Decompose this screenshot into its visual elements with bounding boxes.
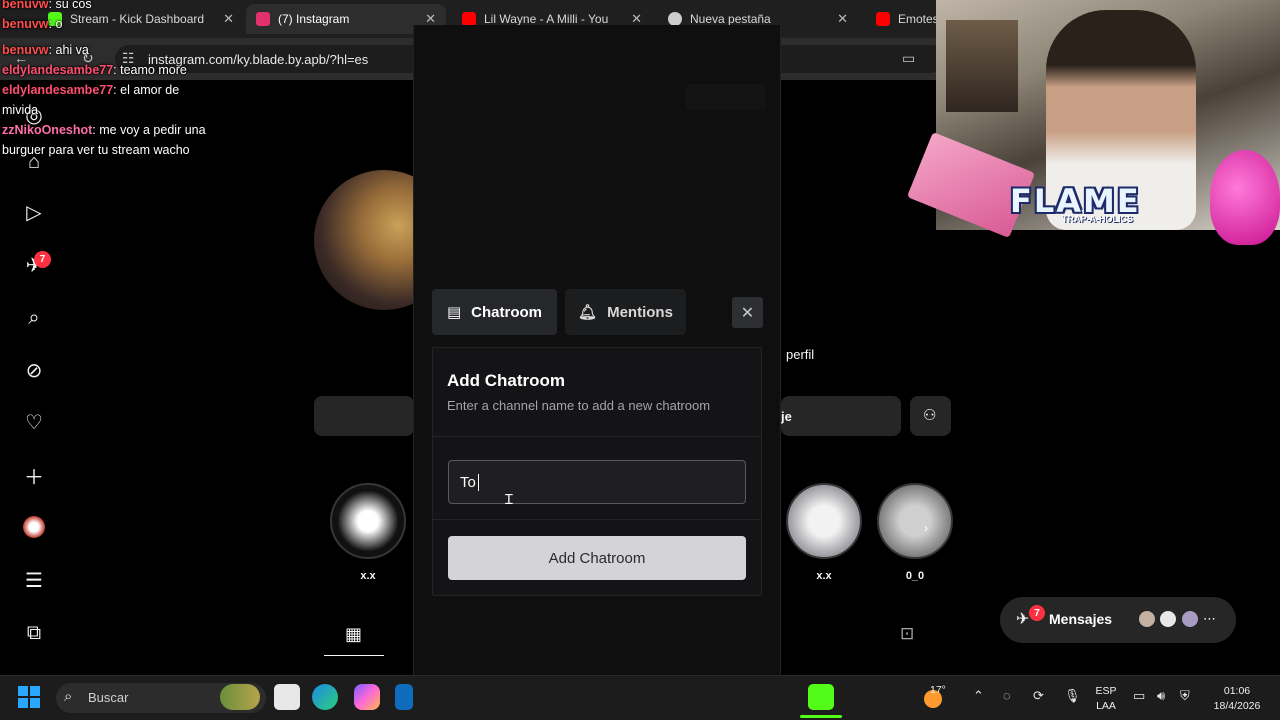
search-icon: ⌕: [64, 688, 73, 705]
search-icon[interactable]: ⌕: [22, 306, 46, 330]
messenger-icon: ✈: [1016, 611, 1030, 628]
chat-bubble-icon: ▤: [446, 304, 462, 321]
chat-message: eldylandesambe77: el amor de mivida: [2, 83, 180, 117]
search-placeholder: Buscar: [88, 690, 129, 705]
channel-name-input[interactable]: [448, 460, 746, 504]
language-top[interactable]: ESP: [1095, 685, 1117, 697]
highlight-item[interactable]: [877, 483, 953, 559]
more-apps-icon[interactable]: ⧉: [22, 621, 46, 645]
panel-placeholder: [686, 84, 766, 110]
avatar: [1137, 609, 1157, 629]
stream-chat-overlay: benuvw: su cos benuvw: o benuvw: ahi va …: [2, 0, 242, 160]
tab-label: Lil Wayne - A Milli - You: [484, 12, 609, 26]
tab-label: Mentions: [607, 303, 673, 321]
create-icon[interactable]: ＋: [22, 463, 46, 489]
edit-profile-button[interactable]: [314, 396, 414, 436]
chat-message: eldylandesambe77: teamo more: [2, 63, 187, 77]
weather-temp: 17°: [930, 684, 946, 696]
add-user-icon: ⚇: [923, 407, 937, 424]
text-cursor-icon: Ɪ: [505, 491, 513, 507]
chevron-up-icon[interactable]: ⌃: [973, 688, 984, 704]
edge-icon[interactable]: [312, 684, 338, 710]
tab-label: Emotes: [898, 12, 939, 26]
message-button-label: je: [781, 409, 792, 424]
bell-icon: 🔔︎: [578, 304, 598, 321]
more-icon[interactable]: ⋯: [1203, 611, 1216, 627]
next-highlight-icon[interactable]: ›: [924, 521, 928, 535]
chrome-favicon-icon: [668, 12, 682, 26]
chat-message: benuvw: o: [2, 17, 63, 31]
tab-label: Chatroom: [471, 303, 543, 321]
reels-icon[interactable]: ▷: [22, 200, 46, 224]
avatar: [1158, 609, 1178, 629]
tagged-icon[interactable]: ⊡: [900, 624, 914, 644]
tab-label: Nueva pestaña: [690, 12, 771, 26]
highlight-item[interactable]: [786, 483, 862, 559]
instagram-favicon-icon: [256, 12, 270, 26]
heart-icon[interactable]: ♡: [22, 410, 46, 434]
chat-message: benuvw: ahi va: [2, 43, 89, 57]
flame-subtitle: TRAP-A-HOLICS: [1062, 214, 1133, 224]
explore-icon[interactable]: ⊘: [22, 358, 46, 382]
youtube-favicon-icon: [876, 12, 890, 26]
close-tab-icon[interactable]: ✕: [837, 11, 848, 27]
poster-image: [946, 20, 1018, 112]
active-tab-indicator: [324, 655, 384, 656]
tab-label: (7) Instagram: [278, 12, 350, 26]
microphone-icon[interactable]: 🎙︎: [1064, 688, 1081, 704]
posts-grid-icon[interactable]: ▦: [345, 624, 362, 645]
shield-icon[interactable]: ⛨: [1180, 688, 1190, 704]
network-icon[interactable]: ◌: [1003, 688, 1011, 703]
messages-badge: 7: [1029, 605, 1045, 621]
search-highlight-image: [220, 684, 260, 710]
language-bottom[interactable]: LAA: [1095, 700, 1117, 712]
display-icon[interactable]: ▭: [1133, 688, 1145, 704]
cast-icon[interactable]: ▭: [902, 50, 915, 67]
clock-date[interactable]: 18/4/2026: [1205, 700, 1269, 712]
copilot-icon[interactable]: [354, 684, 380, 710]
divider: [433, 519, 761, 520]
active-app-indicator: [800, 715, 842, 718]
outlook-icon[interactable]: [395, 684, 413, 710]
messages-label: Mensajes: [1049, 611, 1113, 627]
highlight-label: 0_0: [905, 570, 925, 582]
tab-chatroom[interactable]: ▤ Chatroom: [432, 289, 557, 335]
card-subtitle: Enter a channel name to add a new chatro…: [447, 398, 711, 413]
youtube-favicon-icon: [462, 12, 476, 26]
notification-badge: 7: [34, 251, 51, 268]
profile-avatar-icon[interactable]: [22, 515, 46, 539]
kick-app-icon[interactable]: [808, 684, 834, 710]
add-chatroom-button[interactable]: Add Chatroom: [448, 536, 746, 580]
volume-icon[interactable]: 🔊︎: [1157, 688, 1165, 704]
highlight-label: x.x: [360, 570, 376, 582]
file-explorer-icon[interactable]: [274, 684, 300, 710]
chat-message: benuvw: su cos: [2, 0, 92, 11]
windows-start-icon[interactable]: [18, 686, 40, 708]
text-caret: [478, 474, 479, 491]
sync-icon[interactable]: ⟳: [1033, 688, 1044, 704]
close-button[interactable]: ✕: [732, 297, 763, 328]
avatar: [1180, 609, 1200, 629]
card-title: Add Chatroom: [447, 371, 566, 390]
menu-icon[interactable]: ☰: [22, 568, 46, 592]
highlight-label: x.x: [816, 570, 832, 582]
profile-text: perfil: [786, 347, 815, 362]
chat-message: zzNikoOneshot: me voy a pedir una burgue…: [2, 123, 206, 157]
clock-time[interactable]: 01:06: [1205, 685, 1269, 697]
highlight-item[interactable]: [330, 483, 406, 559]
divider: [433, 436, 761, 437]
message-button[interactable]: [781, 396, 901, 436]
tab-emotes[interactable]: Emotes: [866, 4, 946, 34]
tab-mentions[interactable]: 🔔︎ Mentions: [565, 289, 686, 335]
